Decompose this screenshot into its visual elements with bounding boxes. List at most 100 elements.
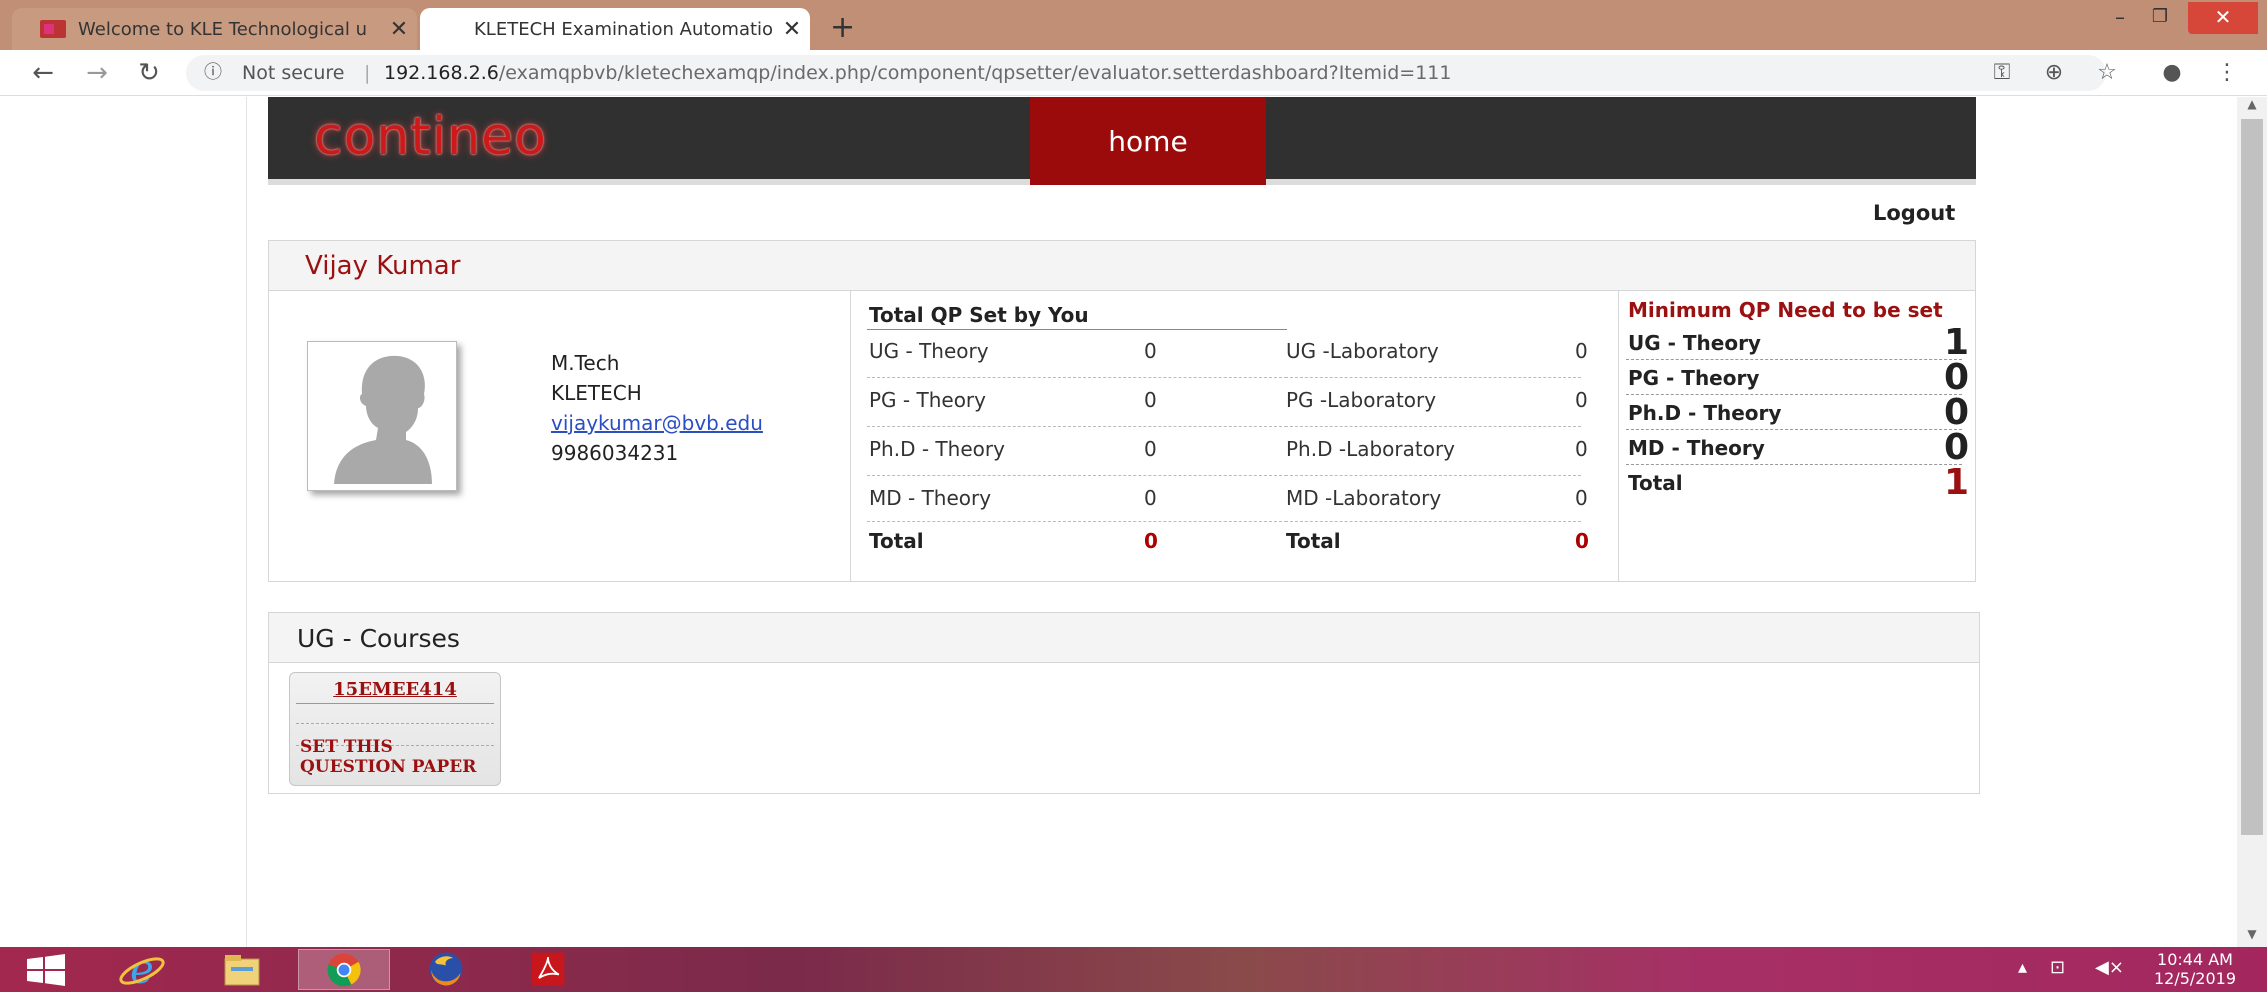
course-card-divider	[296, 723, 494, 724]
minimum-qp-title: Minimum QP Need to be set	[1628, 298, 1943, 322]
course-code-link[interactable]: 15EMEE414	[290, 679, 500, 700]
qp-row-value: 0	[1144, 339, 1157, 363]
nav-home-link[interactable]: home	[1030, 97, 1266, 185]
back-arrow-icon[interactable]: ←	[26, 56, 60, 90]
qp-row-label: MD - Theory	[869, 486, 992, 510]
courses-title: UG - Courses	[297, 624, 460, 653]
user-institution: KLETECH	[551, 381, 642, 405]
qp-total-theory: 0	[1144, 529, 1158, 553]
file-explorer-icon[interactable]	[196, 949, 288, 990]
window-maximize-button[interactable]: ❐	[2140, 2, 2180, 32]
url-text[interactable]: 192.168.2.6/examqpbvb/kletechexamqp/inde…	[384, 55, 1451, 91]
qp-row-divider	[1285, 521, 1581, 522]
qp-total-label: Total	[1286, 529, 1341, 553]
qp-row-value: 0	[1575, 486, 1588, 510]
browser-tab-kle-welcome[interactable]: Welcome to KLE Technological u ✕	[12, 8, 417, 50]
acrobat-reader-icon[interactable]	[502, 949, 594, 990]
qp-title-rule	[867, 329, 1287, 330]
url-host: 192.168.2.6	[384, 62, 499, 84]
site-favicon-icon	[40, 20, 66, 38]
chrome-icon[interactable]	[298, 949, 390, 990]
qp-row-label: UG -Laboratory	[1286, 339, 1439, 363]
qp-row-label: Ph.D -Laboratory	[1286, 437, 1456, 461]
qp-row-divider	[867, 475, 1287, 476]
logout-link[interactable]: Logout	[1873, 201, 1955, 225]
page-viewport: contineo home Logout Vijay Kumar M.Tech …	[0, 97, 2240, 947]
course-card-rule	[296, 703, 494, 704]
profile-header: Vijay Kumar	[269, 241, 1975, 291]
min-row-label: MD - Theory	[1628, 436, 1765, 460]
window-minimize-button[interactable]: –	[2100, 2, 2140, 32]
user-qualification: M.Tech	[551, 351, 620, 375]
qp-row-divider	[1285, 475, 1581, 476]
internet-explorer-icon[interactable]: e	[96, 947, 188, 992]
avatar	[307, 341, 457, 491]
column-divider	[850, 291, 851, 582]
windows-taskbar: e ▴ ⊡ ◀× 10:44 AM 12/5/2019	[0, 947, 2267, 992]
set-question-paper-link[interactable]: SET THIS QUESTION PAPER	[300, 737, 498, 777]
page-left-border	[246, 97, 247, 947]
tray-overflow-icon[interactable]: ▴	[2018, 957, 2027, 978]
min-row-label: Ph.D - Theory	[1628, 401, 1782, 425]
forward-arrow-icon[interactable]: →	[80, 56, 114, 90]
key-icon[interactable]: ⚿	[1985, 56, 2019, 90]
column-divider	[1618, 291, 1619, 582]
clock-time: 10:44 AM	[2157, 950, 2233, 969]
window-close-button[interactable]: ✕	[2188, 2, 2258, 34]
tab-title: KLETECH Examination Automatio	[474, 18, 774, 40]
min-row-divider	[1626, 464, 1962, 465]
min-total-value: 1	[1943, 462, 1969, 503]
tab-close-icon[interactable]: ✕	[381, 17, 417, 42]
browser-tab-kletech-exam[interactable]: KLETECH Examination Automatio ✕	[420, 8, 810, 50]
course-card[interactable]: 15EMEE414 SET THIS QUESTION PAPER	[289, 672, 501, 786]
windows-start-icon[interactable]	[0, 949, 92, 990]
user-email-link[interactable]: vijaykumar@bvb.edu	[551, 411, 763, 435]
qp-total-lab: 0	[1575, 529, 1589, 553]
info-icon[interactable]: ⓘ	[204, 55, 222, 91]
scroll-thumb[interactable]	[2241, 119, 2263, 835]
courses-panel: UG - Courses 15EMEE414 SET THIS QUESTION…	[268, 612, 1980, 794]
min-row-divider	[1626, 394, 1962, 395]
qp-row-divider	[1285, 426, 1581, 427]
min-total-label: Total	[1628, 471, 1683, 495]
browser-menu-icon[interactable]: ⋮	[2210, 56, 2244, 90]
page-scrollbar[interactable]: ▲ ▼	[2237, 97, 2267, 947]
qp-total-label: Total	[869, 529, 924, 553]
scroll-up-arrow-icon[interactable]: ▲	[2237, 97, 2267, 117]
volume-muted-icon[interactable]: ◀×	[2095, 957, 2124, 978]
qp-row-value: 0	[1575, 339, 1588, 363]
address-separator: |	[364, 62, 371, 84]
account-icon[interactable]: ●	[2155, 56, 2189, 90]
qp-row-label: PG -Laboratory	[1286, 388, 1437, 412]
qp-row-value: 0	[1575, 437, 1588, 461]
qp-row-value: 0	[1144, 486, 1157, 510]
user-name: Vijay Kumar	[305, 251, 461, 281]
zoom-icon[interactable]: ⊕	[2037, 56, 2071, 90]
contineo-logo: contineo	[314, 107, 547, 167]
tab-close-icon[interactable]: ✕	[774, 17, 810, 42]
reload-icon[interactable]: ↻	[132, 56, 166, 90]
qp-row-label: Ph.D - Theory	[869, 437, 1005, 461]
min-row-divider	[1626, 429, 1962, 430]
browser-tabstrip: Welcome to KLE Technological u ✕ KLETECH…	[0, 0, 2267, 50]
firefox-icon[interactable]	[400, 949, 492, 990]
network-icon[interactable]: ⊡	[2050, 957, 2065, 978]
min-row-value: 0	[1943, 357, 1969, 398]
min-row-value: 1	[1943, 322, 1969, 363]
min-row-value: 0	[1943, 392, 1969, 433]
min-row-value: 0	[1943, 427, 1969, 468]
site-header: contineo home	[268, 97, 1976, 185]
qp-row-value: 0	[1144, 388, 1157, 412]
qp-row-divider	[1285, 377, 1581, 378]
qp-row-label: PG - Theory	[869, 388, 986, 412]
qp-row-divider	[867, 426, 1287, 427]
browser-toolbar: ← → ↻ ⓘ Not secure | 192.168.2.6/examqpb…	[0, 50, 2267, 96]
scroll-down-arrow-icon[interactable]: ▼	[2237, 927, 2267, 947]
qp-row-value: 0	[1144, 437, 1157, 461]
qp-row-divider	[867, 521, 1287, 522]
new-tab-button[interactable]: +	[830, 10, 855, 45]
bookmark-star-icon[interactable]: ☆	[2090, 56, 2124, 90]
taskbar-clock[interactable]: 10:44 AM 12/5/2019	[2140, 950, 2250, 988]
security-label: Not secure	[242, 62, 345, 84]
address-bar[interactable]: ⓘ Not secure | 192.168.2.6/examqpbvb/kle…	[186, 55, 2106, 91]
